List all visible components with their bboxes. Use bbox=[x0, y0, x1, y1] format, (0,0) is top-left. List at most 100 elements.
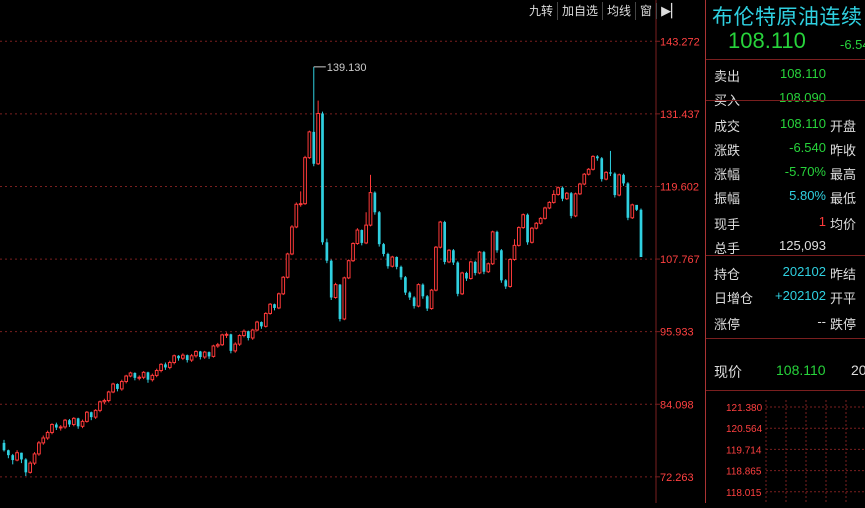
price-change: -6.540 bbox=[840, 37, 865, 52]
quote-label: 现手 bbox=[714, 217, 741, 232]
candle bbox=[45, 430, 50, 440]
quote-label-secondary: 昨结 bbox=[830, 267, 857, 282]
divider bbox=[706, 338, 865, 339]
quote-label-secondary: 开平 bbox=[830, 291, 857, 306]
quote-row: 涨幅 -5.70% 最高 bbox=[706, 160, 865, 184]
quote-value: 108.110 bbox=[779, 66, 826, 81]
quote-value: 125,093 bbox=[779, 238, 826, 253]
candle bbox=[346, 259, 351, 280]
add-watchlist-button[interactable]: 加自选 bbox=[557, 2, 602, 20]
candle bbox=[609, 150, 612, 177]
candle bbox=[630, 203, 635, 219]
candle bbox=[460, 271, 464, 296]
candle bbox=[93, 409, 98, 419]
candle bbox=[32, 452, 37, 465]
candle bbox=[255, 320, 259, 332]
candle bbox=[452, 249, 455, 265]
candle bbox=[128, 371, 133, 378]
candle bbox=[285, 252, 290, 279]
candle bbox=[556, 186, 560, 196]
quote-label: 涨幅 bbox=[714, 167, 741, 182]
max-marker-label: 139.130 bbox=[327, 62, 367, 74]
quote-row: 涨跌 -6.540 昨收 bbox=[706, 136, 865, 160]
candle bbox=[277, 292, 281, 310]
current-price-row: 现价 108.110 20 bbox=[706, 358, 865, 382]
candle bbox=[316, 100, 320, 166]
candle bbox=[456, 261, 460, 297]
candle bbox=[211, 344, 216, 358]
candle bbox=[538, 217, 543, 225]
candle bbox=[490, 230, 495, 265]
candle bbox=[622, 173, 625, 186]
quote-row: 成交 108.110 开盘 bbox=[706, 112, 865, 136]
mini-tick-label: 120.564 bbox=[726, 424, 763, 435]
candle bbox=[512, 239, 517, 261]
candle bbox=[133, 372, 137, 381]
candle bbox=[260, 321, 263, 329]
quote-label-secondary: 最低 bbox=[830, 191, 857, 206]
divider bbox=[706, 100, 865, 101]
candle bbox=[438, 220, 443, 249]
candle bbox=[141, 371, 146, 380]
mini-tick-label: 118.015 bbox=[726, 488, 762, 499]
candle bbox=[333, 282, 338, 299]
candle bbox=[150, 373, 155, 382]
candle bbox=[425, 295, 429, 312]
candle bbox=[102, 398, 107, 405]
candle bbox=[202, 350, 207, 359]
candle bbox=[58, 425, 63, 431]
candle bbox=[298, 191, 303, 207]
candle bbox=[516, 226, 521, 247]
window-button[interactable]: 窗 bbox=[635, 2, 656, 20]
y-tick-label: 131.437 bbox=[660, 109, 700, 121]
mini-price-chart: 121.380 120.564 119.714 118.865 118.015 bbox=[726, 400, 865, 503]
quote-label: 日增仓 bbox=[714, 291, 754, 306]
candle bbox=[220, 333, 225, 346]
candle bbox=[600, 157, 604, 182]
quote-row: 卖出 108.110 bbox=[706, 62, 865, 86]
candle bbox=[146, 371, 150, 383]
candle bbox=[569, 191, 573, 219]
candle bbox=[273, 303, 276, 311]
candle bbox=[307, 130, 312, 159]
divider bbox=[706, 255, 865, 256]
candle bbox=[194, 350, 198, 358]
candlestick-chart[interactable]: 143.272 131.437 119.602 107.767 95.933 84.098… bbox=[0, 0, 704, 503]
jiuzhuan-button[interactable]: 九转 bbox=[525, 2, 557, 20]
candle bbox=[71, 417, 76, 427]
quote-value: 1 bbox=[818, 214, 826, 229]
candle bbox=[486, 262, 491, 273]
candle bbox=[404, 276, 407, 296]
quote-value: 5.80% bbox=[789, 188, 826, 203]
quote-label: 成交 bbox=[714, 119, 741, 134]
candle bbox=[246, 330, 250, 341]
candle bbox=[377, 211, 381, 247]
candle bbox=[504, 279, 508, 289]
current-price-value: 108.110 bbox=[776, 362, 826, 378]
candle bbox=[312, 66, 316, 167]
candle bbox=[50, 423, 54, 435]
candle bbox=[373, 191, 377, 215]
moving-average-button[interactable]: 均线 bbox=[602, 2, 635, 20]
candle bbox=[124, 374, 129, 384]
candle bbox=[55, 422, 58, 431]
candle bbox=[250, 328, 255, 340]
candle bbox=[360, 229, 364, 246]
candle bbox=[224, 332, 229, 338]
y-tick-label: 107.767 bbox=[660, 254, 700, 266]
arrow-right-bar-icon[interactable]: ▶▏ bbox=[656, 3, 685, 19]
candle bbox=[521, 213, 526, 229]
candle bbox=[185, 354, 189, 363]
candle bbox=[106, 390, 111, 403]
candle bbox=[477, 250, 482, 275]
candle bbox=[482, 250, 486, 275]
candle bbox=[495, 230, 499, 253]
mini-tick-label: 121.380 bbox=[726, 403, 763, 414]
candle bbox=[41, 435, 46, 445]
candle bbox=[596, 155, 599, 161]
candle bbox=[526, 213, 529, 245]
candle bbox=[390, 255, 395, 268]
candle bbox=[111, 382, 115, 394]
candle bbox=[338, 284, 342, 322]
candle bbox=[2, 439, 6, 452]
